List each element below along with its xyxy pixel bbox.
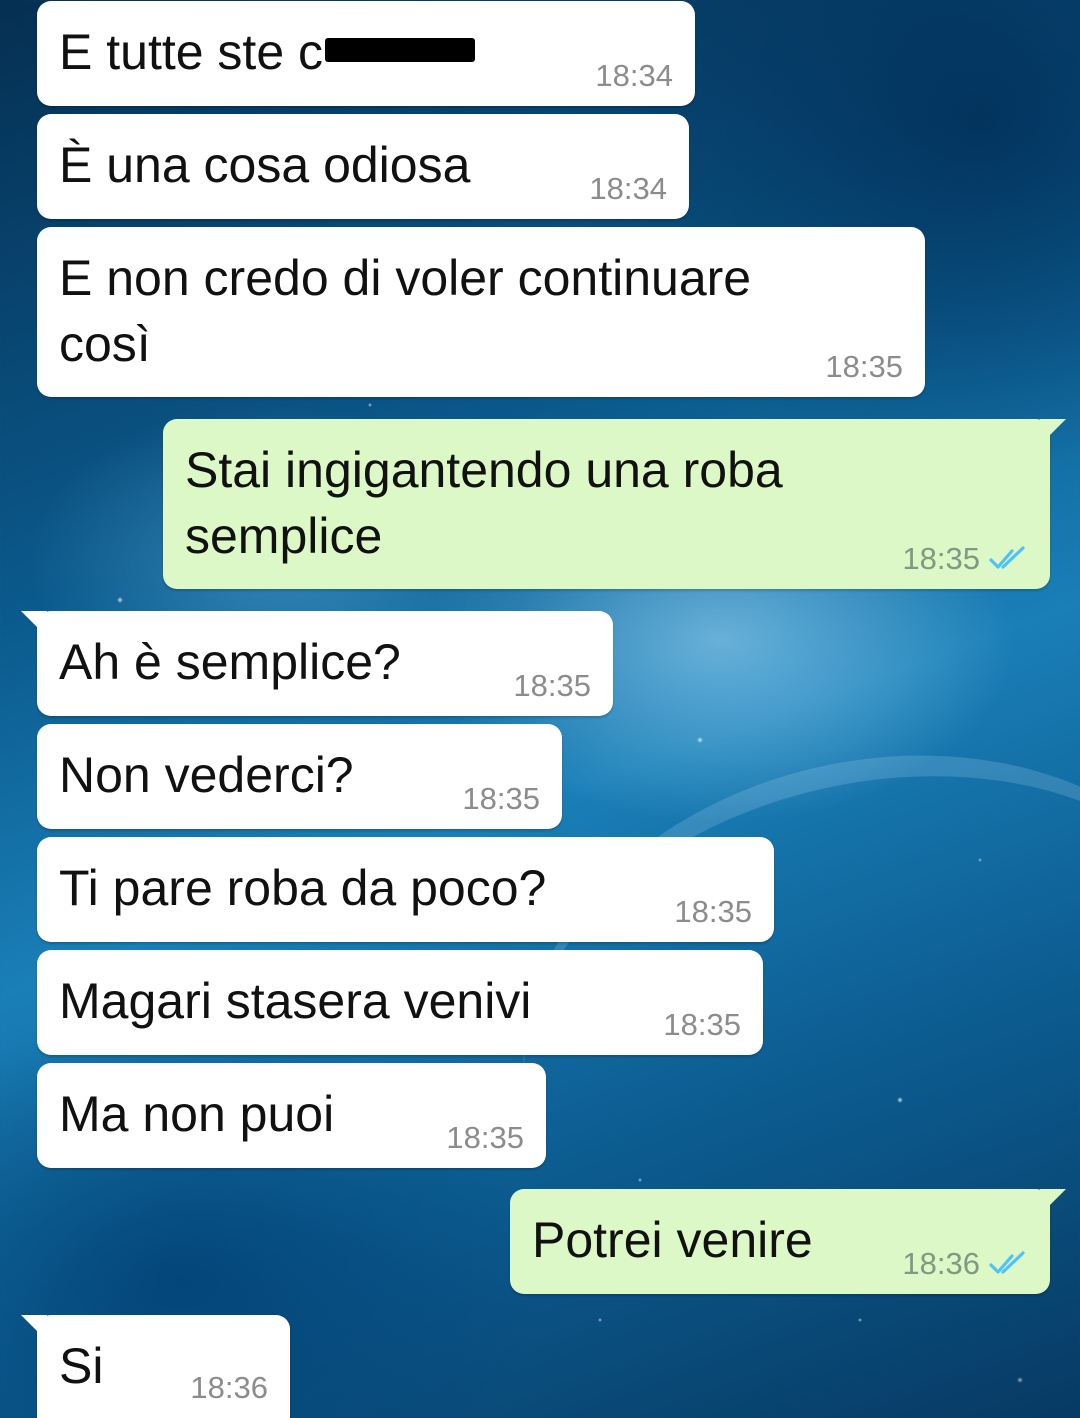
double-check-icon <box>988 1251 1028 1277</box>
message-text: Si <box>59 1338 104 1394</box>
message-bubble-in[interactable]: Magari stasera venivi 18:35 <box>37 950 763 1055</box>
message-bubble-in[interactable]: Ah è semplice? 18:35 <box>21 611 613 716</box>
message-text: Non vederci? <box>59 747 354 803</box>
message-time: 18:35 <box>674 894 752 929</box>
message-text: E non credo di voler continuare così <box>59 250 752 372</box>
message-time: 18:35 <box>513 668 591 703</box>
message-bubble-in[interactable]: Ma non puoi 18:35 <box>37 1063 546 1168</box>
double-check-icon <box>988 546 1028 572</box>
message-text: Ti pare roba da poco? <box>59 860 547 916</box>
message-time: 18:34 <box>595 58 673 93</box>
message-bubble-out[interactable]: Potrei venire 18:36 <box>510 1189 1066 1294</box>
message-time: 18:36 <box>902 1246 1028 1282</box>
message-bubble-in[interactable]: E non credo di voler continuare così 18:… <box>37 227 925 397</box>
message-time: 18:35 <box>902 541 1028 577</box>
message-time: 18:34 <box>589 171 667 206</box>
message-text: Ma non puoi <box>59 1086 335 1142</box>
message-bubble-in[interactable]: E tutte ste c 18:34 <box>37 1 695 106</box>
message-bubble-in[interactable]: Ti pare roba da poco? 18:35 <box>37 837 774 942</box>
message-time: 18:35 <box>462 781 540 816</box>
message-bubble-in[interactable]: Non vederci? 18:35 <box>37 724 562 829</box>
message-text: Stai ingigantendo una roba semplice <box>185 442 783 564</box>
message-bubble-in[interactable]: Si 18:36 <box>21 1315 290 1418</box>
message-time: 18:35 <box>825 349 903 384</box>
message-time: 18:35 <box>663 1007 741 1042</box>
message-text: Potrei venire <box>532 1212 813 1268</box>
message-time: 18:35 <box>446 1120 524 1155</box>
message-text: Ah è semplice? <box>59 634 401 690</box>
message-text: Magari stasera venivi <box>59 973 532 1029</box>
redaction-bar <box>325 37 476 62</box>
message-text: È una cosa odiosa <box>59 137 471 193</box>
message-time: 18:36 <box>190 1370 268 1405</box>
message-text: E tutte ste c <box>59 19 476 85</box>
message-bubble-out[interactable]: Stai ingigantendo una roba semplice 18:3… <box>163 419 1066 589</box>
chat-thread[interactable]: E tutte ste c 18:34 È una cosa odiosa 18… <box>0 0 1080 1418</box>
message-bubble-in[interactable]: È una cosa odiosa 18:34 <box>37 114 689 219</box>
